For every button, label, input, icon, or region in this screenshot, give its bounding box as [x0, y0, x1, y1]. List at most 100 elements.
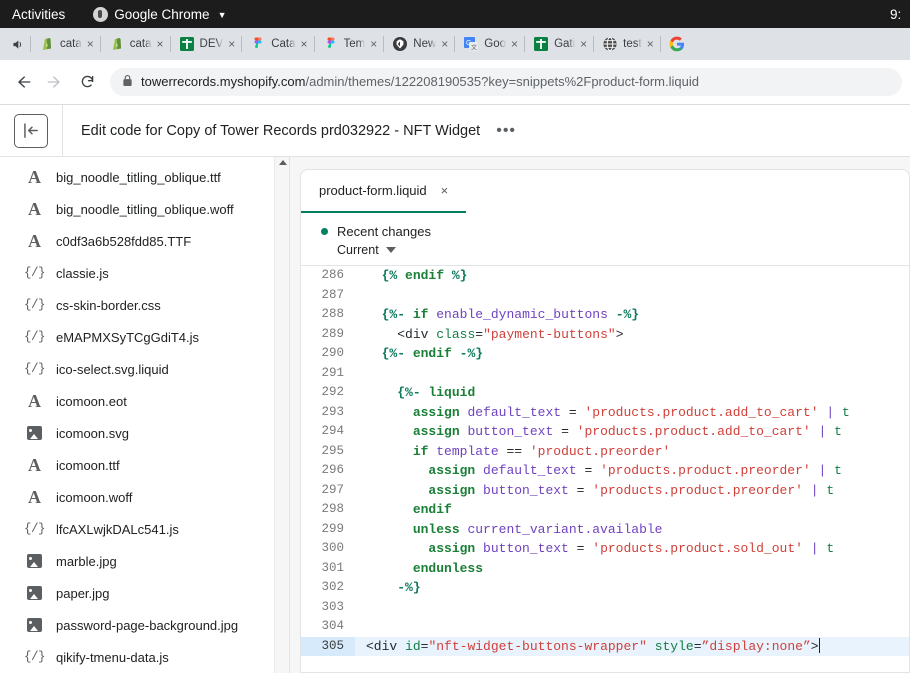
close-icon[interactable]: ×: [580, 38, 587, 50]
code-line-content[interactable]: assign default_text = 'products.product.…: [355, 461, 909, 481]
file-list-item[interactable]: {/}lfcAXLwjkDALc541.js: [0, 513, 289, 545]
file-list: Abig_noodle_titling_oblique.ttfAbig_nood…: [0, 161, 289, 673]
code-line[interactable]: 292 {%- liquid: [301, 383, 909, 403]
page-title: Edit code for Copy of Tower Records prd0…: [81, 123, 480, 139]
code-line-content[interactable]: endif: [355, 500, 909, 520]
active-app-menu[interactable]: Google Chrome ▼: [93, 7, 226, 22]
file-list-item[interactable]: Abig_noodle_titling_oblique.ttf: [0, 161, 289, 193]
line-number: 293: [301, 403, 355, 423]
file-list-item[interactable]: marble.jpg: [0, 545, 289, 577]
file-list-item[interactable]: Abig_noodle_titling_oblique.woff: [0, 193, 289, 225]
code-line[interactable]: 296 assign default_text = 'products.prod…: [301, 461, 909, 481]
editor-tab-product-form[interactable]: product-form.liquid ×: [301, 170, 466, 213]
code-line-content[interactable]: assign button_text = 'products.product.s…: [355, 539, 909, 559]
file-list-item[interactable]: paper.jpg: [0, 577, 289, 609]
file-list-item[interactable]: {/}cs-skin-border.css: [0, 289, 289, 321]
file-list-item[interactable]: Aicomoon.woff: [0, 481, 289, 513]
close-icon[interactable]: ×: [511, 38, 518, 50]
code-token: button_text: [483, 483, 569, 498]
browser-tab[interactable]: DEV ×: [171, 28, 242, 60]
file-list-item[interactable]: Ac0df3a6b528fdd85.TTF: [0, 225, 289, 257]
close-icon[interactable]: ×: [301, 38, 308, 50]
code-line[interactable]: 290 {%- endif -%}: [301, 344, 909, 364]
browser-tab[interactable]: New ×: [384, 28, 454, 60]
code-line[interactable]: 294 assign button_text = 'products.produ…: [301, 422, 909, 442]
reload-button[interactable]: [72, 67, 102, 97]
code-editor[interactable]: 286 {% endif %}287288 {%- if enable_dyna…: [301, 266, 909, 672]
forward-button[interactable]: [40, 67, 70, 97]
browser-tab[interactable]: [661, 28, 692, 60]
code-line[interactable]: 301 endunless: [301, 559, 909, 579]
version-selector[interactable]: Current: [337, 243, 909, 257]
close-icon[interactable]: ×: [228, 38, 235, 50]
browser-tab[interactable]: s cata ×: [31, 28, 100, 60]
browser-tab[interactable]: test ×: [594, 28, 660, 60]
code-token: [366, 463, 428, 478]
code-line[interactable]: 298 endif: [301, 500, 909, 520]
close-icon[interactable]: ×: [370, 38, 377, 50]
file-list-item[interactable]: Aicomoon.eot: [0, 385, 289, 417]
code-line[interactable]: 286 {% endif %}: [301, 266, 909, 286]
activities-button[interactable]: Activities: [0, 7, 79, 22]
caret-down-icon: ▼: [218, 10, 227, 20]
code-line-content[interactable]: assign button_text = 'products.product.a…: [355, 422, 909, 442]
code-line-content[interactable]: {% endif %}: [355, 266, 909, 286]
browser-tab[interactable]: G文 Goo ×: [455, 28, 524, 60]
code-line[interactable]: 299 unless current_variant.available: [301, 520, 909, 540]
code-line[interactable]: 291: [301, 364, 909, 384]
code-line-content[interactable]: if template == 'product.preorder': [355, 442, 909, 462]
code-line[interactable]: 288 {%- if enable_dynamic_buttons -%}: [301, 305, 909, 325]
code-line[interactable]: 303: [301, 598, 909, 618]
back-button[interactable]: [8, 67, 38, 97]
file-list-item[interactable]: icomoon.svg: [0, 417, 289, 449]
close-icon[interactable]: ×: [647, 38, 654, 50]
code-line-content[interactable]: unless current_variant.available: [355, 520, 909, 540]
file-list-item[interactable]: {/}eMAPMXSyTCgGdiT4.js: [0, 321, 289, 353]
globe-icon: [602, 36, 618, 52]
code-line-content[interactable]: {%- if enable_dynamic_buttons -%}: [355, 305, 909, 325]
figma-icon: [250, 36, 266, 52]
code-line-content[interactable]: {%- endif -%}: [355, 344, 909, 364]
close-icon[interactable]: ×: [157, 38, 164, 50]
scroll-up-arrow-icon[interactable]: [279, 160, 287, 165]
browser-tab[interactable]: Gati ×: [525, 28, 593, 60]
code-line-content[interactable]: {%- liquid: [355, 383, 909, 403]
browser-tab[interactable]: Cata ×: [242, 28, 313, 60]
code-line[interactable]: 295 if template == 'product.preorder': [301, 442, 909, 462]
code-line[interactable]: 297 assign button_text = 'products.produ…: [301, 481, 909, 501]
file-list-item[interactable]: {/}qikify-tmenu-data.js: [0, 641, 289, 673]
file-name: icomoon.ttf: [56, 458, 120, 473]
browser-tab[interactable]: Tem ×: [315, 28, 384, 60]
file-list-item[interactable]: Aicomoon.ttf: [0, 449, 289, 481]
code-line-content[interactable]: <div id="nft-widget-buttons-wrapper" sty…: [355, 637, 909, 657]
file-list-item[interactable]: password-page-background.jpg: [0, 609, 289, 641]
address-bar[interactable]: towerrecords.myshopify.com/admin/themes/…: [110, 68, 902, 96]
file-list-item[interactable]: {/}classie.js: [0, 257, 289, 289]
code-line[interactable]: 304: [301, 617, 909, 637]
exit-editor-icon[interactable]: [14, 114, 48, 148]
os-clock[interactable]: 9:: [888, 0, 910, 28]
code-token: t: [834, 405, 850, 420]
code-line[interactable]: 302 -%}: [301, 578, 909, 598]
code-line-content[interactable]: <div class="payment-buttons">: [355, 325, 909, 345]
close-icon[interactable]: ×: [441, 38, 448, 50]
font-file-icon: A: [26, 169, 43, 186]
code-line-content[interactable]: -%}: [355, 578, 909, 598]
code-line-content[interactable]: assign button_text = 'products.product.p…: [355, 481, 909, 501]
code-line[interactable]: 300 assign button_text = 'products.produ…: [301, 539, 909, 559]
code-line-content[interactable]: assign default_text = 'products.product.…: [355, 403, 909, 423]
code-line-content[interactable]: endunless: [355, 559, 909, 579]
speaker-icon[interactable]: [4, 38, 30, 51]
close-icon[interactable]: ×: [87, 38, 94, 50]
code-line[interactable]: 293 assign default_text = 'products.prod…: [301, 403, 909, 423]
close-icon[interactable]: ×: [441, 183, 449, 198]
browser-tab[interactable]: s cata ×: [101, 28, 170, 60]
file-list-item[interactable]: {/}ico-select.svg.liquid: [0, 353, 289, 385]
code-line[interactable]: 305<div id="nft-widget-buttons-wrapper" …: [301, 637, 909, 657]
sidebar-scrollbar[interactable]: [274, 157, 289, 673]
font-file-icon: A: [26, 489, 43, 506]
line-number: 289: [301, 325, 355, 345]
code-line[interactable]: 287: [301, 286, 909, 306]
code-line[interactable]: 289 <div class="payment-buttons">: [301, 325, 909, 345]
ellipsis-icon[interactable]: •••: [496, 123, 516, 139]
